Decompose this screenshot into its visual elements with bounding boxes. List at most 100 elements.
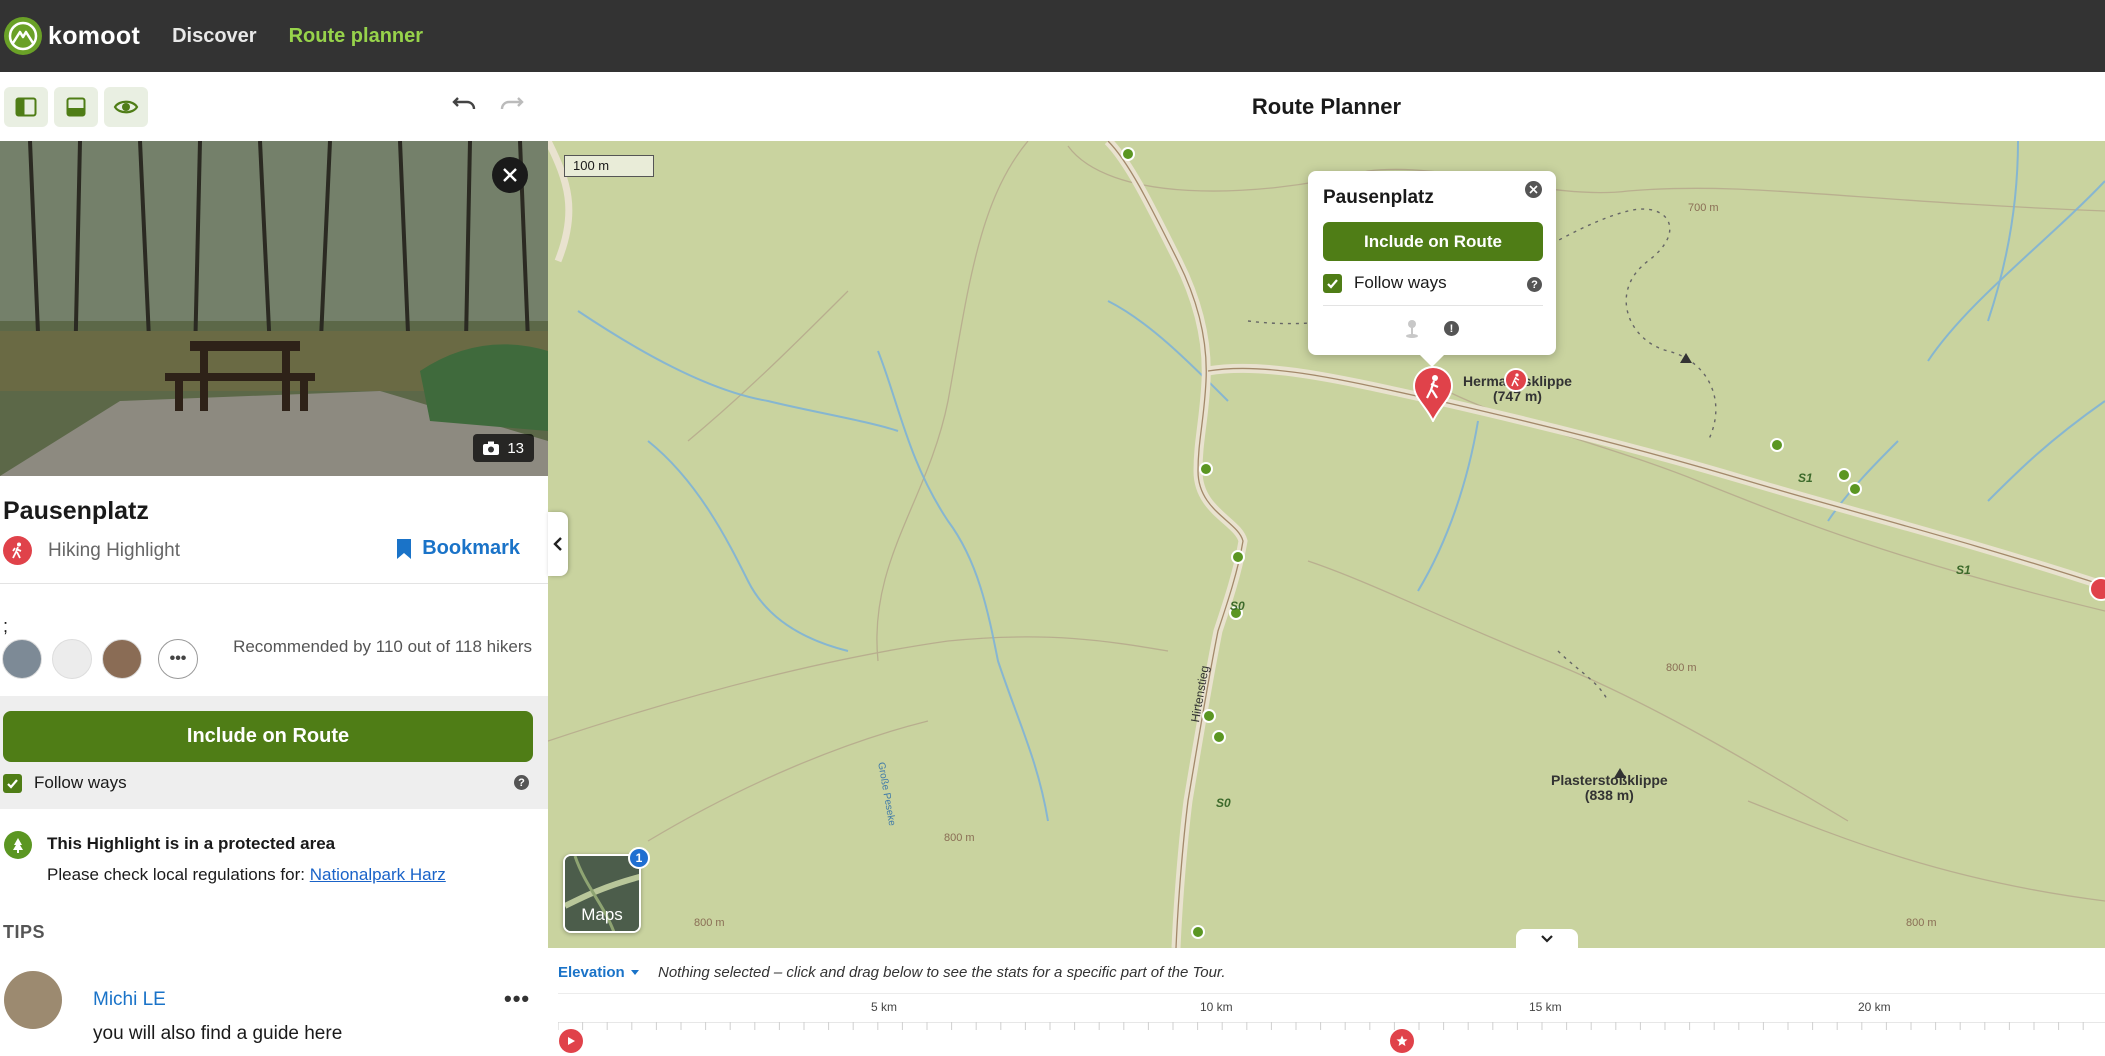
popup-close-button[interactable]: [1525, 181, 1542, 198]
contour-label: 800 m: [1906, 917, 1937, 929]
chevron-left-icon: [553, 537, 562, 551]
elevation-hint: Nothing selected – click and drag below …: [658, 964, 1226, 981]
avatar[interactable]: [52, 639, 92, 679]
protected-area-note: Please check local regulations for: Nati…: [47, 865, 446, 885]
trail-label: S1: [1798, 471, 1813, 485]
popup-follow-ways-checkbox[interactable]: [1323, 273, 1342, 293]
popup-follow-ways-row[interactable]: Follow ways: [1323, 273, 1447, 293]
highlight-sidebar: 13 Pausenplatz Hiking Highlight Bookmark…: [0, 141, 548, 1056]
help-icon[interactable]: ?: [514, 775, 529, 790]
distance-tick: 20 km: [1858, 1000, 1891, 1014]
contour-label: 700 m: [1688, 202, 1719, 214]
avatar[interactable]: [4, 971, 62, 1029]
bookmark-button[interactable]: Bookmark: [396, 537, 520, 560]
visibility-button[interactable]: [104, 86, 148, 127]
avatar[interactable]: [102, 639, 142, 679]
highlight-type-label: Hiking Highlight: [48, 539, 181, 561]
highlight-photo[interactable]: 13: [0, 141, 548, 476]
follow-ways-label: Follow ways: [34, 773, 127, 792]
photo-count-badge[interactable]: 13: [473, 434, 534, 462]
waypoint-icon[interactable]: [1405, 319, 1419, 344]
highlight-popup: Pausenplatz Include on Route Follow ways…: [1308, 171, 1556, 367]
peak-elevation: (838 m): [1584, 787, 1634, 803]
tip-text: you will also find a guide here: [93, 1023, 343, 1044]
bookmark-label: Bookmark: [422, 537, 520, 559]
popup-follow-ways-label: Follow ways: [1354, 273, 1447, 292]
nav-link-route-planner[interactable]: Route planner: [289, 25, 423, 48]
collapse-elevation-button[interactable]: [1516, 929, 1578, 948]
collapse-sidebar-button[interactable]: [548, 512, 568, 576]
caret-down-icon: [630, 969, 639, 975]
elevation-dropdown[interactable]: Elevation: [558, 964, 639, 981]
trail-label: S0: [1216, 796, 1231, 810]
map-canvas[interactable]: 100 m 700 m 800 m 800 m 800 m 800 m S1 S…: [548, 141, 2105, 948]
distance-tick: 15 km: [1529, 1000, 1562, 1014]
peak-name: Plasterstoßklippe: [1551, 772, 1668, 788]
tip-author[interactable]: Michi LE: [93, 989, 166, 1011]
follow-ways-row[interactable]: Follow ways: [3, 773, 127, 793]
help-icon[interactable]: ?: [1527, 277, 1542, 292]
protected-area-text: Please check local regulations for:: [47, 865, 305, 884]
more-recommenders-button[interactable]: •••: [158, 639, 198, 679]
undo-icon: [452, 97, 476, 110]
nav-link-discover[interactable]: Discover: [172, 25, 257, 48]
include-on-route-button[interactable]: Include on Route: [3, 711, 533, 762]
sidebar-layout-icon: [15, 97, 37, 116]
sidebar-layout-button[interactable]: [4, 86, 48, 127]
contour-label: 800 m: [1666, 662, 1697, 674]
popup-title: Pausenplatz: [1323, 187, 1434, 208]
camera-icon: [483, 441, 500, 455]
follow-ways-checkbox[interactable]: [3, 773, 22, 793]
popup-include-on-route-button[interactable]: Include on Route: [1323, 222, 1543, 261]
photo-count: 13: [507, 439, 524, 457]
protected-area-icon: [4, 831, 32, 859]
hiking-highlight-icon: [3, 536, 32, 565]
elevation-panel: Elevation Nothing selected – click and d…: [548, 948, 2105, 1056]
contour-label: 800 m: [694, 917, 725, 929]
selected-highlight-marker[interactable]: [1412, 366, 1454, 427]
checkmark-icon: [7, 778, 18, 789]
peak-label-plasterstossklippe: Plasterstoßklippe (838 m): [1551, 773, 1668, 803]
tips-heading: TIPS: [3, 922, 46, 942]
komoot-logo[interactable]: komoot: [4, 17, 140, 55]
divider: [0, 583, 548, 584]
checkmark-icon: [1327, 278, 1338, 289]
brand-name: komoot: [48, 21, 141, 50]
top-navigation: komoot Discover Route planner: [0, 0, 2105, 72]
close-icon: [1529, 185, 1538, 194]
chevron-down-icon: [1541, 935, 1553, 943]
redo-button[interactable]: [498, 90, 526, 123]
recommender-avatars: •••: [2, 639, 198, 679]
elevation-tab-label: Elevation: [558, 964, 625, 981]
elevation-tick-marks: [558, 1022, 2105, 1030]
avatar[interactable]: [2, 639, 42, 679]
route-highlight-marker[interactable]: [1390, 1029, 1414, 1053]
bottom-panel-icon: [66, 97, 86, 116]
elevation-axis: [558, 993, 2105, 994]
star-icon: [1396, 1035, 1408, 1046]
tip-more-button[interactable]: •••: [504, 986, 530, 1012]
map-layers-button[interactable]: Maps: [563, 854, 641, 933]
divider: [1323, 305, 1543, 306]
highlight-title: Pausenplatz: [3, 497, 149, 525]
nationalpark-link[interactable]: Nationalpark Harz: [310, 865, 446, 884]
eye-icon: [113, 100, 139, 113]
stray-text: ;: [3, 616, 9, 636]
undo-button[interactable]: [450, 90, 478, 123]
photo-illustration: [0, 141, 548, 476]
map-pin-icon: [1412, 366, 1454, 424]
route-start-marker[interactable]: [559, 1029, 583, 1053]
protected-area-title: This Highlight is in a protected area: [47, 834, 336, 853]
planner-toolbar: [0, 72, 548, 141]
distance-tick: 5 km: [871, 1000, 898, 1014]
report-icon[interactable]: !: [1444, 321, 1459, 336]
bottom-panel-button[interactable]: [54, 86, 98, 127]
hiking-icon: [1511, 373, 1520, 387]
close-photo-button[interactable]: [492, 157, 528, 193]
map-layers-badge: 1: [628, 847, 650, 869]
komoot-logo-icon: [4, 17, 42, 55]
recommendation-text: Recommended by 110 out of 118 hikers: [233, 637, 532, 656]
highlight-marker[interactable]: [1504, 368, 1528, 392]
scale-bar: 100 m: [564, 155, 654, 177]
bookmark-icon: [397, 538, 412, 559]
